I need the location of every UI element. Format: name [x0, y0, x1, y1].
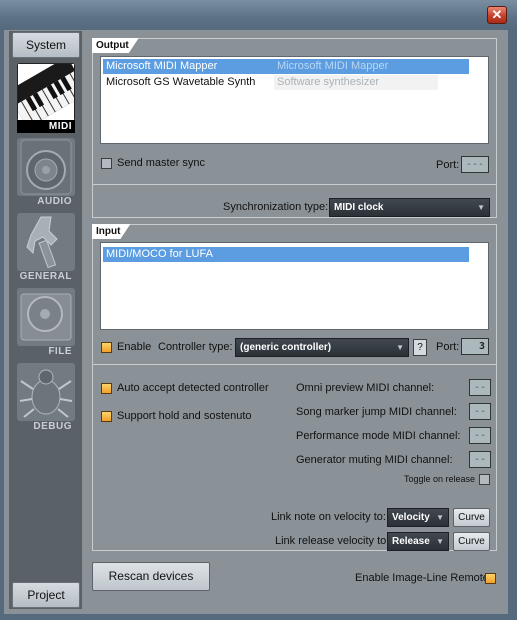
chevron-down-icon: ▼ [436, 537, 444, 546]
enable-label: Enable [117, 341, 152, 353]
output-group: Output Microsoft MIDI Mapper Microsoft M… [92, 38, 497, 218]
omni-preview-label: Omni preview MIDI channel: [296, 382, 435, 394]
output-device-list[interactable]: Microsoft MIDI Mapper Microsoft MIDI Map… [100, 56, 489, 144]
chevron-down-icon: ▼ [396, 343, 404, 352]
input-group: Input MIDI/MOCO for LUFA Enable Controll… [92, 224, 497, 551]
generator-muting-field[interactable]: -- [469, 451, 491, 468]
input-title: Input [92, 224, 130, 239]
category-label: AUDIO [37, 196, 72, 207]
support-hold-checkbox[interactable] [101, 411, 112, 422]
midi-settings-panel: Output Microsoft MIDI Mapper Microsoft M… [88, 31, 501, 609]
output-divider [93, 184, 496, 185]
title-bar: ✕ [0, 0, 517, 30]
enable-checkbox[interactable] [101, 342, 112, 353]
output-port-label: Port: [436, 159, 460, 171]
support-hold-label: Support hold and sostenuto [117, 410, 252, 422]
output-port-field[interactable]: --- [461, 156, 489, 173]
input-device-row[interactable]: MIDI/MOCO for LUFA [103, 247, 469, 262]
chevron-down-icon: ▼ [477, 203, 485, 212]
controller-type-dropdown[interactable]: (generic controller) ▼ [235, 338, 409, 357]
song-marker-field[interactable]: -- [469, 403, 491, 420]
speaker-icon [17, 138, 75, 196]
sync-type-dropdown[interactable]: MIDI clock ▼ [329, 198, 490, 217]
controller-type-label: Controller type: [158, 341, 233, 353]
window-frame-bottom [0, 614, 517, 620]
release-curve-button[interactable]: Curve [453, 532, 490, 551]
link-release-velocity-label: Link release velocity to: [275, 535, 390, 547]
close-button[interactable]: ✕ [487, 6, 507, 24]
auto-accept-checkbox[interactable] [101, 383, 112, 394]
image-line-remote-label: Enable Image-Line Remote [355, 572, 489, 584]
controller-help-button[interactable]: ? [413, 339, 427, 356]
input-port-field[interactable]: 3 [461, 338, 489, 355]
link-note-velocity-label: Link note on velocity to: [271, 511, 386, 523]
note-curve-button[interactable]: Curve [453, 508, 490, 527]
category-label: GENERAL [19, 271, 72, 282]
category-file[interactable]: FILE [17, 288, 75, 358]
category-midi[interactable]: MIDI [6, 56, 89, 133]
input-divider [93, 364, 496, 365]
category-audio[interactable]: AUDIO [17, 138, 75, 208]
performance-mode-label: Performance mode MIDI channel: [296, 430, 461, 442]
system-tab[interactable]: System [12, 32, 80, 58]
category-label: FILE [48, 346, 72, 357]
sync-type-label: Synchronization type: [223, 201, 329, 213]
input-device-list[interactable]: MIDI/MOCO for LUFA [100, 242, 489, 330]
toggle-on-release-checkbox[interactable] [479, 474, 490, 485]
send-master-sync-checkbox[interactable] [101, 158, 112, 169]
bug-icon [17, 363, 75, 421]
link-release-velocity-dropdown[interactable]: Release ▼ [387, 532, 449, 551]
input-port-label: Port: [436, 341, 460, 353]
toggle-on-release-label: Toggle on release [404, 474, 476, 484]
output-device-row[interactable]: Microsoft MIDI Mapper Microsoft MIDI Map… [103, 59, 469, 74]
generator-muting-label: Generator muting MIDI channel: [296, 454, 453, 466]
output-device-row[interactable]: Microsoft GS Wavetable Synth Software sy… [103, 75, 469, 90]
chevron-down-icon: ▼ [436, 513, 444, 522]
project-tab[interactable]: Project [12, 582, 80, 608]
send-master-sync-label: Send master sync [117, 157, 206, 169]
piano-keyboard-icon [6, 56, 89, 129]
window-frame-right [508, 30, 517, 620]
output-title: Output [92, 38, 139, 53]
image-line-remote-checkbox[interactable] [485, 573, 496, 584]
rescan-devices-button[interactable]: Rescan devices [92, 562, 210, 591]
link-note-velocity-dropdown[interactable]: Velocity ▼ [387, 508, 449, 527]
category-label: MIDI [17, 120, 75, 133]
performance-mode-field[interactable]: -- [469, 427, 491, 444]
settings-sidebar: System MIDI AUDIO GENERAL FILE DEBUG Pro… [6, 31, 89, 609]
category-debug[interactable]: DEBUG [17, 363, 75, 433]
wrench-icon [17, 213, 75, 271]
auto-accept-label: Auto accept detected controller [117, 382, 269, 394]
omni-preview-field[interactable]: -- [469, 379, 491, 396]
close-icon: ✕ [491, 7, 503, 22]
song-marker-label: Song marker jump MIDI channel: [296, 406, 457, 418]
category-general[interactable]: GENERAL [17, 213, 75, 283]
disc-icon [17, 288, 75, 346]
category-label: DEBUG [33, 421, 72, 432]
